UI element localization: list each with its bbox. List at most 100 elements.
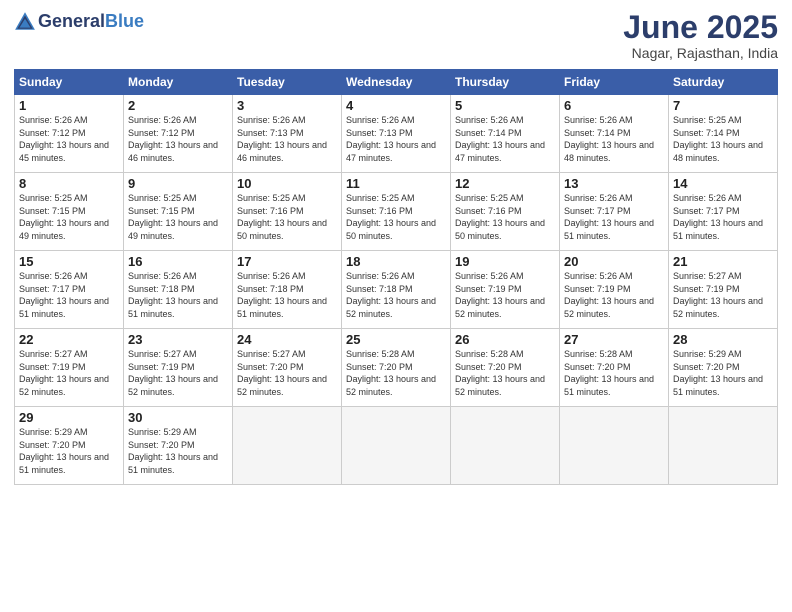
logo-general: General — [38, 11, 105, 31]
header-tuesday: Tuesday — [233, 70, 342, 95]
day-info: Sunrise: 5:25 AMSunset: 7:16 PMDaylight:… — [346, 193, 436, 241]
calendar-body: 1 Sunrise: 5:26 AMSunset: 7:12 PMDayligh… — [15, 95, 778, 485]
day-number: 3 — [237, 98, 337, 113]
header-saturday: Saturday — [669, 70, 778, 95]
day-info: Sunrise: 5:28 AMSunset: 7:20 PMDaylight:… — [346, 349, 436, 397]
day-info: Sunrise: 5:27 AMSunset: 7:19 PMDaylight:… — [19, 349, 109, 397]
day-info: Sunrise: 5:25 AMSunset: 7:15 PMDaylight:… — [19, 193, 109, 241]
calendar-cell: 14 Sunrise: 5:26 AMSunset: 7:17 PMDaylig… — [669, 173, 778, 251]
day-info: Sunrise: 5:26 AMSunset: 7:19 PMDaylight:… — [564, 271, 654, 319]
day-number: 21 — [673, 254, 773, 269]
calendar-cell: 19 Sunrise: 5:26 AMSunset: 7:19 PMDaylig… — [451, 251, 560, 329]
header-thursday: Thursday — [451, 70, 560, 95]
calendar-cell: 5 Sunrise: 5:26 AMSunset: 7:14 PMDayligh… — [451, 95, 560, 173]
calendar-row: 8 Sunrise: 5:25 AMSunset: 7:15 PMDayligh… — [15, 173, 778, 251]
calendar-cell: 26 Sunrise: 5:28 AMSunset: 7:20 PMDaylig… — [451, 329, 560, 407]
calendar-cell: 28 Sunrise: 5:29 AMSunset: 7:20 PMDaylig… — [669, 329, 778, 407]
header-wednesday: Wednesday — [342, 70, 451, 95]
day-number: 4 — [346, 98, 446, 113]
day-info: Sunrise: 5:29 AMSunset: 7:20 PMDaylight:… — [673, 349, 763, 397]
logo-text: GeneralBlue — [38, 11, 144, 32]
calendar-cell: 12 Sunrise: 5:25 AMSunset: 7:16 PMDaylig… — [451, 173, 560, 251]
calendar-cell: 7 Sunrise: 5:25 AMSunset: 7:14 PMDayligh… — [669, 95, 778, 173]
day-info: Sunrise: 5:26 AMSunset: 7:19 PMDaylight:… — [455, 271, 545, 319]
calendar-cell: 16 Sunrise: 5:26 AMSunset: 7:18 PMDaylig… — [124, 251, 233, 329]
day-number: 11 — [346, 176, 446, 191]
calendar-cell: 15 Sunrise: 5:26 AMSunset: 7:17 PMDaylig… — [15, 251, 124, 329]
calendar-cell: 9 Sunrise: 5:25 AMSunset: 7:15 PMDayligh… — [124, 173, 233, 251]
day-info: Sunrise: 5:29 AMSunset: 7:20 PMDaylight:… — [19, 427, 109, 475]
day-number: 6 — [564, 98, 664, 113]
day-info: Sunrise: 5:26 AMSunset: 7:18 PMDaylight:… — [128, 271, 218, 319]
day-number: 20 — [564, 254, 664, 269]
calendar-cell: 22 Sunrise: 5:27 AMSunset: 7:19 PMDaylig… — [15, 329, 124, 407]
header-monday: Monday — [124, 70, 233, 95]
day-number: 1 — [19, 98, 119, 113]
day-number: 25 — [346, 332, 446, 347]
calendar-row: 22 Sunrise: 5:27 AMSunset: 7:19 PMDaylig… — [15, 329, 778, 407]
day-info: Sunrise: 5:26 AMSunset: 7:14 PMDaylight:… — [564, 115, 654, 163]
calendar-cell: 10 Sunrise: 5:25 AMSunset: 7:16 PMDaylig… — [233, 173, 342, 251]
calendar-cell: 24 Sunrise: 5:27 AMSunset: 7:20 PMDaylig… — [233, 329, 342, 407]
calendar-cell: 23 Sunrise: 5:27 AMSunset: 7:19 PMDaylig… — [124, 329, 233, 407]
day-info: Sunrise: 5:26 AMSunset: 7:17 PMDaylight:… — [673, 193, 763, 241]
day-number: 12 — [455, 176, 555, 191]
calendar-row: 1 Sunrise: 5:26 AMSunset: 7:12 PMDayligh… — [15, 95, 778, 173]
calendar-cell: 18 Sunrise: 5:26 AMSunset: 7:18 PMDaylig… — [342, 251, 451, 329]
day-info: Sunrise: 5:25 AMSunset: 7:16 PMDaylight:… — [455, 193, 545, 241]
location: Nagar, Rajasthan, India — [623, 45, 778, 61]
header-sunday: Sunday — [15, 70, 124, 95]
day-number: 23 — [128, 332, 228, 347]
calendar-cell: 11 Sunrise: 5:25 AMSunset: 7:16 PMDaylig… — [342, 173, 451, 251]
day-number: 14 — [673, 176, 773, 191]
day-info: Sunrise: 5:28 AMSunset: 7:20 PMDaylight:… — [455, 349, 545, 397]
day-number: 29 — [19, 410, 119, 425]
calendar-table: Sunday Monday Tuesday Wednesday Thursday… — [14, 69, 778, 485]
day-info: Sunrise: 5:25 AMSunset: 7:15 PMDaylight:… — [128, 193, 218, 241]
day-info: Sunrise: 5:26 AMSunset: 7:13 PMDaylight:… — [346, 115, 436, 163]
day-info: Sunrise: 5:26 AMSunset: 7:14 PMDaylight:… — [455, 115, 545, 163]
day-info: Sunrise: 5:25 AMSunset: 7:16 PMDaylight:… — [237, 193, 327, 241]
calendar-cell: 1 Sunrise: 5:26 AMSunset: 7:12 PMDayligh… — [15, 95, 124, 173]
day-number: 28 — [673, 332, 773, 347]
calendar-row: 29 Sunrise: 5:29 AMSunset: 7:20 PMDaylig… — [15, 407, 778, 485]
day-number: 5 — [455, 98, 555, 113]
day-number: 10 — [237, 176, 337, 191]
calendar-cell — [342, 407, 451, 485]
calendar-cell: 13 Sunrise: 5:26 AMSunset: 7:17 PMDaylig… — [560, 173, 669, 251]
day-number: 22 — [19, 332, 119, 347]
day-number: 18 — [346, 254, 446, 269]
calendar-cell: 30 Sunrise: 5:29 AMSunset: 7:20 PMDaylig… — [124, 407, 233, 485]
day-info: Sunrise: 5:27 AMSunset: 7:20 PMDaylight:… — [237, 349, 327, 397]
day-number: 30 — [128, 410, 228, 425]
calendar-cell: 4 Sunrise: 5:26 AMSunset: 7:13 PMDayligh… — [342, 95, 451, 173]
day-info: Sunrise: 5:27 AMSunset: 7:19 PMDaylight:… — [128, 349, 218, 397]
day-info: Sunrise: 5:26 AMSunset: 7:12 PMDaylight:… — [19, 115, 109, 163]
calendar-cell: 6 Sunrise: 5:26 AMSunset: 7:14 PMDayligh… — [560, 95, 669, 173]
calendar-row: 15 Sunrise: 5:26 AMSunset: 7:17 PMDaylig… — [15, 251, 778, 329]
calendar-cell: 8 Sunrise: 5:25 AMSunset: 7:15 PMDayligh… — [15, 173, 124, 251]
day-info: Sunrise: 5:26 AMSunset: 7:17 PMDaylight:… — [564, 193, 654, 241]
page-container: GeneralBlue June 2025 Nagar, Rajasthan, … — [0, 0, 792, 495]
calendar-cell — [560, 407, 669, 485]
day-number: 15 — [19, 254, 119, 269]
header: GeneralBlue June 2025 Nagar, Rajasthan, … — [14, 10, 778, 61]
day-number: 2 — [128, 98, 228, 113]
day-number: 7 — [673, 98, 773, 113]
logo-icon — [14, 10, 36, 32]
logo-blue: Blue — [105, 11, 144, 31]
day-info: Sunrise: 5:25 AMSunset: 7:14 PMDaylight:… — [673, 115, 763, 163]
day-number: 26 — [455, 332, 555, 347]
day-info: Sunrise: 5:27 AMSunset: 7:19 PMDaylight:… — [673, 271, 763, 319]
month-title: June 2025 — [623, 10, 778, 45]
calendar-cell — [669, 407, 778, 485]
day-info: Sunrise: 5:26 AMSunset: 7:13 PMDaylight:… — [237, 115, 327, 163]
calendar-cell: 21 Sunrise: 5:27 AMSunset: 7:19 PMDaylig… — [669, 251, 778, 329]
day-number: 19 — [455, 254, 555, 269]
day-info: Sunrise: 5:29 AMSunset: 7:20 PMDaylight:… — [128, 427, 218, 475]
header-friday: Friday — [560, 70, 669, 95]
day-number: 9 — [128, 176, 228, 191]
day-info: Sunrise: 5:26 AMSunset: 7:18 PMDaylight:… — [237, 271, 327, 319]
day-number: 17 — [237, 254, 337, 269]
day-info: Sunrise: 5:26 AMSunset: 7:12 PMDaylight:… — [128, 115, 218, 163]
